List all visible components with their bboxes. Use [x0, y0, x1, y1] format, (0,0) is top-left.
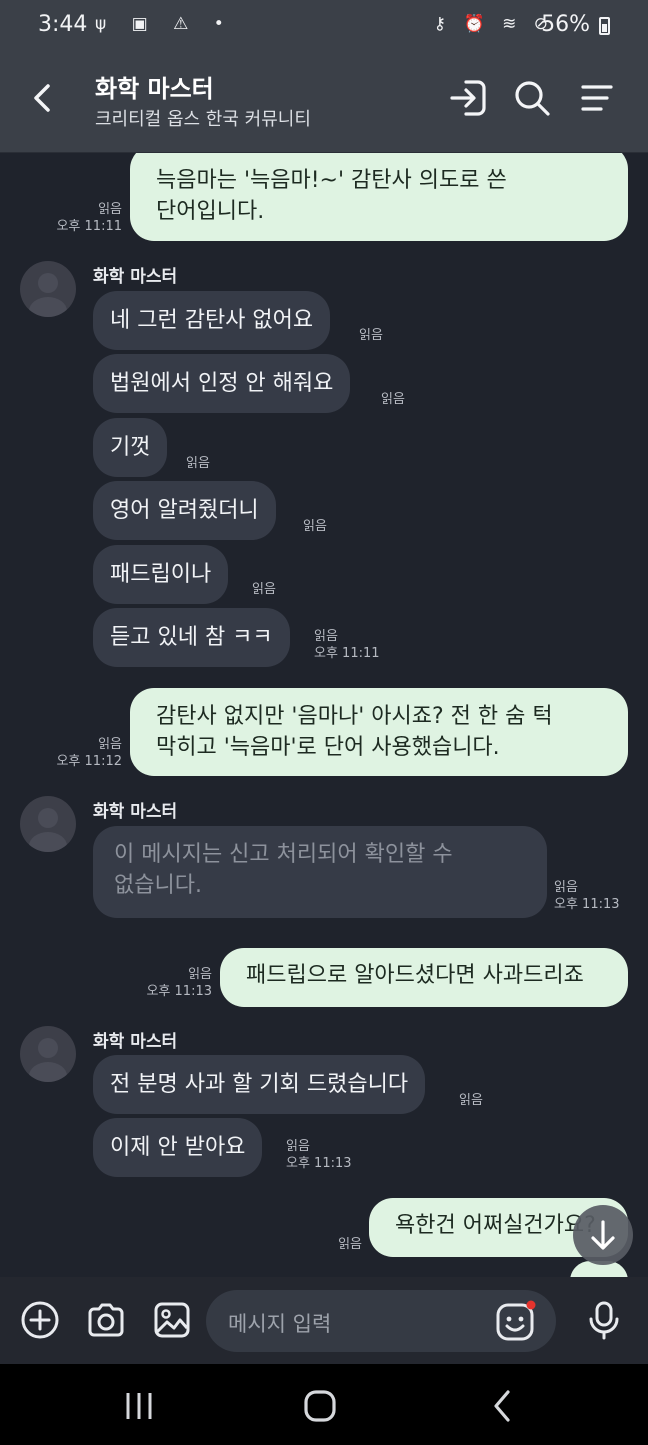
read-receipt: 읽음	[188, 967, 212, 982]
message-text: 패드립이나	[110, 562, 212, 587]
back-nav-icon[interactable]	[480, 1384, 524, 1428]
read-receipt: 읽음	[186, 456, 210, 471]
notification-dot-icon	[526, 1300, 536, 1310]
message-meta: 읽음 오후 11:13	[146, 966, 212, 1000]
message-time: 오후 11:13	[146, 984, 212, 999]
message-bubble-reported[interactable]: 이 메시지는 신고 처리되어 확인할 수 없습니다.	[93, 826, 547, 918]
status-bar: 3:44 ψ ▣ ⚠ • ⚷ ⏰ ≋ ⊘ 56%	[0, 0, 648, 52]
status-time: 3:44	[38, 12, 88, 37]
avatar[interactable]	[20, 796, 76, 852]
message-time: 오후 11:11	[314, 646, 380, 661]
emoji-icon[interactable]	[494, 1299, 538, 1343]
battery-icon	[599, 17, 610, 35]
message-meta: 읽음 오후 11:13	[554, 879, 620, 913]
message-text: 전 분명 사과 할 기회 드렸습니다	[110, 1072, 409, 1097]
message-meta: 읽음 오후 11:11	[314, 628, 380, 662]
read-receipt: 읽음	[359, 328, 383, 343]
reported-text-line: 이 메시지는 신고 처리되어 확인할 수	[114, 842, 453, 867]
arrow-down-icon	[591, 1220, 615, 1250]
message-text-line: 단어입니다.	[156, 199, 265, 224]
read-receipt: 읽음	[338, 1237, 362, 1252]
message-time: 오후 11:13	[554, 897, 620, 912]
message-bubble-incoming[interactable]: 법원에서 인정 안 해줘요	[93, 354, 351, 413]
read-receipt: 읽음	[554, 880, 578, 895]
sender-name[interactable]: 화학 마스터	[93, 262, 177, 287]
chat-subtitle: 크리티컬 옵스 한국 커뮤니티	[95, 109, 311, 130]
read-receipt: 읽음	[459, 1093, 483, 1108]
read-receipt: 읽음	[303, 519, 327, 534]
message-bubble-outgoing[interactable]: 패드립으로 알아드셨다면 사과드리죠	[220, 948, 628, 1007]
message-list[interactable]: 늑음마는 '늑음마!~' 감탄사 의도로 쓴 단어입니다. 읽음 오후 11:1…	[0, 153, 648, 1277]
message-text: 이제 안 받아요	[110, 1135, 246, 1160]
message-meta: 읽음 오후 11:12	[56, 736, 122, 770]
exit-chat-icon[interactable]	[446, 76, 490, 120]
message-meta: 읽음 오후 11:11	[56, 201, 122, 235]
message-meta: 읽음 오후 11:13	[286, 1138, 352, 1172]
back-icon[interactable]	[24, 78, 60, 118]
avatar[interactable]	[20, 1026, 76, 1082]
message-bubble-incoming[interactable]: 전 분명 사과 할 기회 드렸습니다	[93, 1055, 426, 1114]
message-time: 오후 11:11	[56, 219, 122, 234]
message-text: 듣고 있네 참 ㅋㅋ	[110, 625, 273, 650]
message-text: 욕한건 어쩌실건가요?	[395, 1213, 596, 1238]
read-receipt: 읽음	[98, 202, 122, 217]
sender-name[interactable]: 화학 마스터	[93, 1027, 177, 1052]
scroll-to-bottom-button[interactable]	[573, 1205, 633, 1265]
chat-title[interactable]: 화학 마스터	[95, 69, 214, 104]
message-bubble-incoming[interactable]: 영어 알려줬더니	[93, 481, 276, 540]
read-receipt: 읽음	[286, 1139, 310, 1154]
message-bubble-incoming[interactable]: 듣고 있네 참 ㅋㅋ	[93, 608, 290, 667]
read-receipt: 읽음	[314, 629, 338, 644]
message-time: 오후 11:13	[286, 1156, 352, 1171]
notification-icons: ψ ▣ ⚠ •	[95, 14, 234, 34]
message-input-placeholder: 메시지 입력	[228, 1312, 332, 1336]
system-icons: ⚷ ⏰ ≋ ⊘	[433, 14, 554, 34]
default-avatar-icon	[29, 808, 67, 852]
message-text: 법원에서 인정 안 해줘요	[110, 371, 334, 396]
system-nav-bar	[0, 1364, 648, 1445]
mic-icon[interactable]	[582, 1298, 626, 1342]
read-receipt: 읽음	[252, 582, 276, 597]
message-text: 기껏	[110, 435, 151, 460]
message-text: 패드립으로 알아드셨다면 사과드리죠	[246, 963, 584, 988]
message-bubble-outgoing[interactable]: 늑음마는 '늑음마!~' 감탄사 의도로 쓴 단어입니다.	[130, 153, 628, 241]
message-bubble-incoming[interactable]: 기껏	[93, 418, 168, 477]
message-bubble-incoming[interactable]: 이제 안 받아요	[93, 1118, 263, 1177]
chat-header: 화학 마스터 크리티컬 옵스 한국 커뮤니티	[0, 52, 648, 153]
message-text: 네 그런 감탄사 없어요	[110, 308, 314, 333]
sender-name[interactable]: 화학 마스터	[93, 797, 177, 822]
home-icon[interactable]	[298, 1384, 342, 1428]
message-input[interactable]: 메시지 입력	[206, 1290, 556, 1352]
message-bubble-incoming[interactable]: 패드립이나	[93, 545, 229, 604]
avatar[interactable]	[20, 261, 76, 317]
menu-icon[interactable]	[575, 76, 619, 120]
search-icon[interactable]	[510, 76, 554, 120]
reported-text-line: 없습니다.	[114, 873, 202, 898]
read-receipt: 읽음	[381, 392, 405, 407]
default-avatar-icon	[29, 273, 67, 317]
battery-percent: 56%	[541, 12, 590, 37]
default-avatar-icon	[29, 1038, 67, 1082]
message-text-line: 막히고 '늑음마'로 단어 사용했습니다.	[156, 735, 500, 760]
message-text-line: 늑음마는 '늑음마!~' 감탄사 의도로 쓴	[156, 168, 507, 193]
add-icon[interactable]	[18, 1298, 62, 1342]
input-bar: 메시지 입력	[0, 1277, 648, 1364]
message-bubble-outgoing[interactable]: 감탄사 없지만 '음마나' 아시죠? 전 한 숨 턱 막히고 '늑음마'로 단어…	[130, 688, 628, 776]
gallery-icon[interactable]	[150, 1298, 194, 1342]
message-text: 영어 알려줬더니	[110, 498, 259, 523]
message-bubble-incoming[interactable]: 네 그런 감탄사 없어요	[93, 291, 331, 350]
message-time: 오후 11:12	[56, 754, 122, 769]
recent-apps-icon[interactable]	[117, 1384, 161, 1428]
message-text-line: 감탄사 없지만 '음마나' 아시죠? 전 한 숨 턱	[156, 704, 553, 729]
camera-icon[interactable]	[84, 1298, 128, 1342]
read-receipt: 읽음	[98, 737, 122, 752]
